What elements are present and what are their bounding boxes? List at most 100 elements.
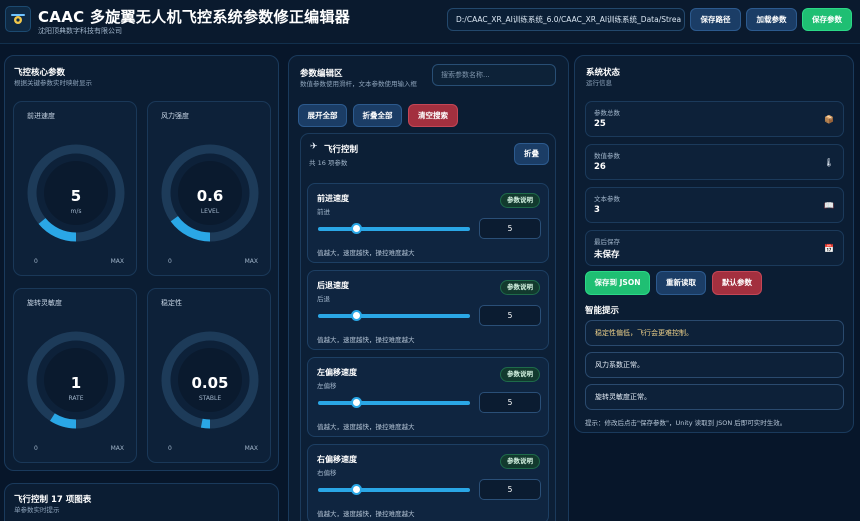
app-logo (5, 6, 31, 32)
gauge-card: 风力强度 0.6 LEVEL 0 MAX (147, 101, 271, 276)
param-card: 左偏移速度左偏移 参数说明 5 值越大，速度越快，操控难度越大 (307, 357, 549, 437)
status-value: 未保存 (594, 250, 620, 260)
param-value-input[interactable]: 5 (479, 218, 541, 239)
param-slider-handle[interactable] (351, 484, 362, 495)
status-card: 最后保存未保存 📅 (585, 230, 844, 266)
gauge-value: 1 (70, 374, 82, 392)
gauge-min: 0 (168, 258, 172, 265)
param-name: 前进速度 (317, 194, 349, 203)
status-footer-hint: 提示：修改后点击"保存参数"，Unity 读取到 JSON 后即可实时生效。 (585, 419, 787, 427)
smart-tip: 风力系数正常。 (585, 352, 844, 378)
gauge-card: 旋转灵敏度 1 RATE 0 MAX (13, 288, 137, 463)
param-slider-track[interactable] (318, 314, 470, 318)
app-header: CAAC 多旋翼无人机飞控系统参数修正编辑器 沈阳顶典数字科技有限公司 D:/C… (0, 0, 860, 44)
param-key: 前进 (317, 208, 330, 216)
default-params-button[interactable]: 默认参数 (712, 271, 762, 295)
param-key: 左偏移 (317, 382, 337, 390)
load-params-button[interactable]: 加载参数 (746, 8, 797, 31)
param-name: 左偏移速度 (317, 368, 357, 377)
gauge-max: MAX (244, 445, 258, 452)
company-name: 沈阳顶典数字科技有限公司 (38, 27, 122, 35)
gauge-label: 前进速度 (27, 112, 55, 120)
status-label: 最后保存 (594, 238, 620, 246)
gauge-unit: STABLE (198, 395, 222, 402)
status-card: 参数总数 25 📦 (585, 101, 844, 137)
param-card: 右偏移速度右偏移 参数说明 5 值越大，速度越快，操控难度越大 (307, 444, 549, 521)
thermometer-icon: 🌡 (823, 158, 834, 167)
collapse-all-button[interactable]: 折叠全部 (353, 104, 402, 127)
group-title: 飞行控制 (324, 145, 359, 155)
tips-title: 智能提示 (585, 306, 620, 316)
save-json-button[interactable]: 保存到 JSON (585, 271, 650, 295)
param-value-input[interactable]: 5 (479, 479, 541, 500)
reload-button[interactable]: 重新读取 (656, 271, 706, 295)
gauge-card: 稳定性 0.05 STABLE 0 MAX (147, 288, 271, 463)
app-title: CAAC 多旋翼无人机飞控系统参数修正编辑器 (38, 8, 351, 26)
smart-tip: 旋转灵敏度正常。 (585, 384, 844, 410)
param-group-flight-control: ✈ 飞行控制 共 16 项参数 折叠 前进速度 前进 参数说明 5 值越大，速度越快，操… (300, 133, 556, 521)
chart-panel-subtitle: 单参数实时提示 (14, 506, 60, 514)
param-value-input[interactable]: 5 (479, 305, 541, 326)
expand-all-button[interactable]: 展开全部 (298, 104, 347, 127)
document-icon: 📖 (824, 201, 834, 210)
group-collapse-button[interactable]: 折叠 (514, 143, 549, 165)
param-key: 右偏移 (317, 469, 337, 477)
editor-subtitle: 数值参数使用滑杆，文本参数使用输入框 (300, 80, 417, 88)
param-name: 后退速度 (317, 281, 349, 290)
gauge-max: MAX (244, 258, 258, 265)
param-info-badge[interactable]: 参数说明 (500, 454, 540, 469)
param-hint: 值越大，速度越快，操控难度越大 (317, 510, 415, 518)
param-hint: 值越大，速度越快，操控难度越大 (317, 249, 415, 257)
calendar-icon: 📅 (824, 244, 834, 253)
param-info-badge[interactable]: 参数说明 (500, 193, 540, 208)
gauge-value: 0.05 (191, 374, 229, 392)
chart-panel: 飞行控制 17 项图表 单参数实时提示 (4, 483, 279, 521)
save-params-button[interactable]: 保存参数 (802, 8, 852, 31)
box-icon: 📦 (824, 115, 834, 124)
param-search-input[interactable] (432, 64, 556, 86)
param-value-input[interactable]: 5 (479, 392, 541, 413)
param-info-badge[interactable]: 参数说明 (500, 367, 540, 382)
param-slider-handle[interactable] (351, 310, 362, 321)
status-label: 参数总数 (594, 109, 620, 117)
gauge-unit: RATE (68, 395, 84, 402)
gauge-unit: m/s (70, 208, 82, 215)
status-card: 文本参数 3 📖 (585, 187, 844, 223)
gauge-min: 0 (34, 258, 38, 265)
save-path-button[interactable]: 保存路径 (690, 8, 741, 31)
group-count: 共 16 项参数 (309, 159, 348, 167)
gauge-label: 稳定性 (161, 299, 182, 307)
gauge-card: 前进速度 5 m/s 0 MAX (13, 101, 137, 276)
gauge-value: 0.6 (196, 187, 224, 205)
airplane-icon: ✈ (310, 142, 318, 152)
param-slider-track[interactable] (318, 227, 470, 231)
param-info-badge[interactable]: 参数说明 (500, 280, 540, 295)
clear-search-button[interactable]: 清空搜索 (408, 104, 458, 127)
gauge-label: 风力强度 (161, 112, 189, 120)
status-value: 25 (594, 119, 606, 129)
param-slider-track[interactable] (318, 488, 470, 492)
param-slider-handle[interactable] (351, 223, 362, 234)
param-name: 右偏移速度 (317, 455, 357, 464)
status-label: 数值参数 (594, 152, 620, 160)
status-value: 26 (594, 162, 606, 172)
param-card: 后退速度 后退 参数说明 5 值越大，速度越快，操控难度越大 (307, 270, 549, 350)
param-hint: 值越大，速度越快，操控难度越大 (317, 423, 415, 431)
status-subtitle: 运行信息 (586, 79, 612, 87)
data-path-field[interactable]: D:/CAAC_XR_AI训练系统_6.0/CAAC_XR_AI训练系统_Dat… (447, 8, 685, 31)
smart-tip: 稳定性偏低，飞行会更难控制。 (585, 320, 844, 346)
gauge-unit: LEVEL (200, 208, 220, 215)
status-label: 文本参数 (594, 195, 620, 203)
gauge-value: 5 (70, 187, 82, 205)
gauge-min: 0 (34, 445, 38, 452)
drone-icon (11, 14, 25, 24)
param-slider-handle[interactable] (351, 397, 362, 408)
status-card: 数值参数 26 🌡 (585, 144, 844, 180)
param-card: 前进速度前进 参数说明 5 值越大，速度越快，操控难度越大 (307, 183, 549, 263)
gauge-label: 旋转灵敏度 (27, 299, 62, 307)
param-hint: 值越大，速度越快，操控难度越大 (317, 336, 415, 344)
status-value: 3 (594, 205, 600, 215)
gauge-min: 0 (168, 445, 172, 452)
param-slider-track[interactable] (318, 401, 470, 405)
core-params-subtitle: 根据关键参数实时映射显示 (14, 79, 92, 87)
